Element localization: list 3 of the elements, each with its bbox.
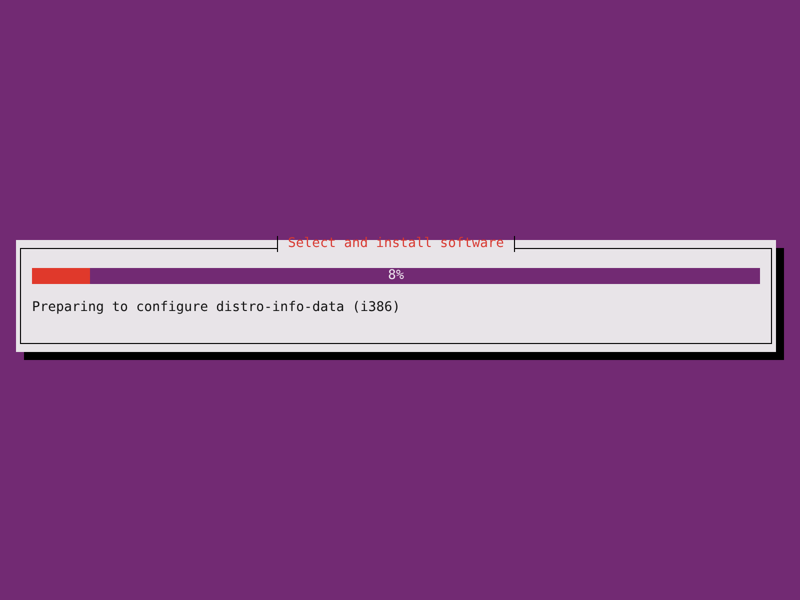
dialog-title: Select and install software: [276, 236, 516, 252]
progress-percent: 8%: [388, 268, 404, 284]
status-message: Preparing to configure distro-info-data (i386): [32, 300, 402, 316]
